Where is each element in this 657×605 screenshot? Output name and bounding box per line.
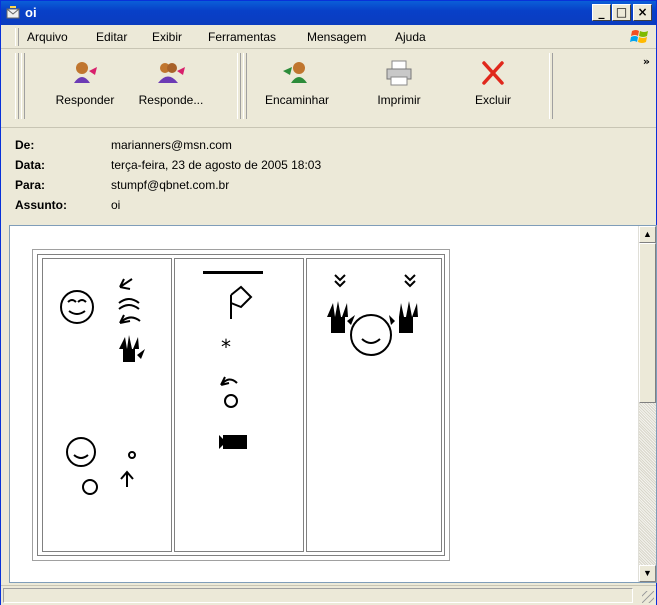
sign-image-2: * [203,271,263,449]
sign-image-3 [327,274,418,356]
window-title: oi [25,5,37,20]
forward-icon [283,62,307,83]
sign-cell-1 [42,258,172,552]
to-row: Para: stumpf@qbnet.com.br [15,178,229,192]
menu-exibir[interactable]: Exibir [152,30,182,44]
close-icon[interactable]: × [633,4,652,21]
sign-cell-2: * [174,258,304,552]
window-icon [6,6,20,19]
menu-ferramentas[interactable]: Ferramentas [208,30,276,44]
status-bar [1,585,656,605]
toolbar: Responder Responde... Encaminhar Imprimi… [1,49,656,128]
toolbar-separator [237,53,241,119]
from-label: De: [15,138,35,152]
reply-all-label: Responde... [138,93,204,107]
subject-value: oi [111,198,121,212]
to-label: Para: [15,178,46,192]
menu-mensagem[interactable]: Mensagem [307,30,366,44]
scroll-down-icon[interactable]: ▼ [639,565,656,582]
date-value: terça-feira, 23 de agosto de 2005 18:03 [111,158,322,172]
menu-grip [15,28,19,46]
to-value: stumpf@qbnet.com.br [111,178,230,192]
reply-all-icon [158,63,185,83]
svg-text:*: * [221,335,231,359]
toolbar-more-chevron-icon[interactable]: » [643,55,650,68]
menu-arquivo[interactable]: Arquivo [27,30,68,44]
date-row: Data: terça-feira, 23 de agosto de 2005 … [15,158,321,172]
sign-image-1 [60,278,145,495]
date-label: Data: [15,158,46,172]
minimize-icon[interactable]: _ [592,4,611,21]
vertical-scrollbar[interactable]: ▲ ▼ [638,226,656,582]
message-body[interactable]: * ▲ ▼ [9,225,657,583]
reply-button[interactable]: Responder [45,53,125,119]
delete-button[interactable]: Excluir [453,53,533,119]
delete-icon [482,61,504,85]
reply-label: Responder [55,93,115,107]
menu-ajuda[interactable]: Ajuda [395,30,426,44]
message-headers: De: marianners@msn.com Data: terça-feira… [1,128,656,222]
toolbar-separator [549,53,553,119]
title-bar[interactable]: oi _ □ × [1,1,656,25]
menu-editar[interactable]: Editar [96,30,127,44]
signwriting-table: * [32,249,450,561]
toolbar-grip [21,53,25,119]
sign-cell-3 [306,258,442,552]
signwriting-table-inner: * [37,254,445,556]
scroll-track[interactable] [639,403,656,565]
maximize-icon[interactable]: □ [612,4,631,21]
status-panel [3,588,633,603]
resize-grip-icon[interactable] [642,591,654,603]
subject-label: Assunto: [15,198,67,212]
message-window: oi _ □ × Arquivo Editar Exibir Ferrament… [0,0,657,605]
windows-logo-icon [630,30,648,43]
delete-label: Excluir [474,93,511,107]
print-label: Imprimir [377,93,421,107]
toolbar-separator [243,53,247,119]
scroll-thumb[interactable] [639,243,656,403]
subject-row: Assunto: oi [15,198,120,212]
from-row: De: marianners@msn.com [15,138,232,152]
from-value: marianners@msn.com [111,138,232,152]
menu-bar: Arquivo Editar Exibir Ferramentas Mensag… [1,26,656,49]
reply-all-button[interactable]: Responde... [131,53,211,119]
reply-icon [74,62,97,83]
print-icon [386,60,412,86]
forward-button[interactable]: Encaminhar [257,53,337,119]
print-button[interactable]: Imprimir [359,53,439,119]
forward-label: Encaminhar [264,93,330,107]
toolbar-grip [15,53,19,119]
scroll-up-icon[interactable]: ▲ [639,226,656,243]
